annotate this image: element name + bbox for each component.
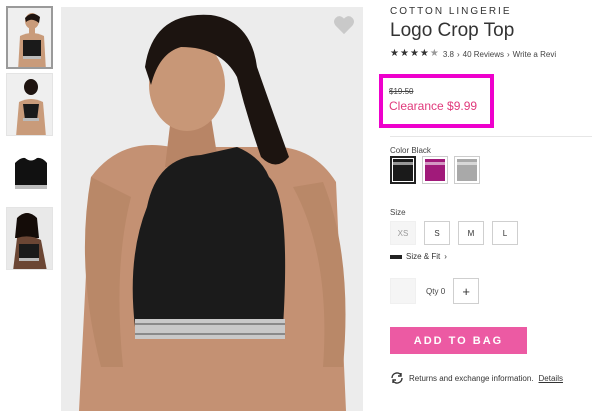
main-product-image	[61, 7, 363, 411]
color-label: Color Black	[390, 146, 431, 155]
chevron-right-icon: ›	[507, 49, 510, 59]
star-half-icon: ★	[429, 48, 439, 59]
star-icon: ★	[399, 48, 409, 59]
swatch-black[interactable]	[390, 156, 416, 184]
size-l-button[interactable]: L	[492, 221, 518, 245]
size-m-button[interactable]: M	[458, 221, 484, 245]
divider	[390, 136, 592, 137]
product-category: COTTON LINGERIE	[390, 6, 512, 17]
write-review-link[interactable]: Write a Revi	[513, 50, 556, 59]
quantity-stepper: Qty 0 +	[390, 278, 480, 304]
qty-value: 0	[440, 286, 446, 296]
color-swatches	[390, 156, 480, 184]
price-highlight-box: $19.50 Clearance $9.99	[379, 74, 494, 128]
add-to-bag-button[interactable]: ADD TO BAG	[390, 327, 527, 354]
original-price: $19.50	[389, 87, 414, 96]
star-icon: ★	[409, 48, 419, 59]
size-xs-button[interactable]: XS	[390, 221, 416, 245]
swatch-berry[interactable]	[422, 156, 448, 184]
rating-value: 3.8	[442, 49, 454, 59]
returns-info: Returns and exchange information. Detail…	[390, 372, 563, 384]
qty-plus-button[interactable]: +	[453, 278, 480, 304]
heart-icon[interactable]	[333, 15, 355, 35]
swatch-fill	[425, 159, 445, 181]
sale-price: Clearance $9.99	[389, 99, 478, 113]
qty-minus-button[interactable]	[390, 278, 416, 304]
qty-label-text: Qty	[426, 286, 439, 296]
refresh-icon	[391, 372, 403, 384]
swatch-grey[interactable]	[454, 156, 480, 184]
swatch-fill	[393, 159, 413, 181]
chevron-right-icon: ›	[444, 252, 447, 261]
star-rating: ★ ★ ★ ★ ★	[390, 49, 439, 59]
star-icon: ★	[419, 48, 429, 59]
reviews-link[interactable]: 40 Reviews	[463, 50, 504, 59]
rating-row: ★ ★ ★ ★ ★ 3.8 › 40 Reviews › Write a Rev…	[390, 48, 556, 60]
swatch-fill	[457, 159, 477, 181]
thumbnail-product[interactable]	[6, 140, 53, 203]
details-link[interactable]: Details	[539, 374, 563, 383]
size-s-button[interactable]: S	[424, 221, 450, 245]
size-fit-link[interactable]: Size & Fit ›	[390, 252, 447, 261]
thumbnail-list	[6, 6, 54, 274]
size-fit-label: Size & Fit	[406, 252, 441, 261]
qty-label: Qty 0	[426, 287, 445, 296]
thumbnail-back[interactable]	[6, 73, 53, 136]
size-options: XS S M L	[390, 221, 518, 245]
returns-text: Returns and exchange information.	[409, 373, 534, 383]
star-icon: ★	[390, 48, 399, 59]
chevron-right-icon: ›	[456, 49, 460, 59]
product-title: Logo Crop Top	[390, 20, 515, 41]
thumbnail-lifestyle[interactable]	[6, 207, 53, 270]
thumbnail-front[interactable]	[6, 6, 53, 69]
size-label: Size	[390, 208, 406, 217]
ruler-icon	[390, 254, 402, 259]
